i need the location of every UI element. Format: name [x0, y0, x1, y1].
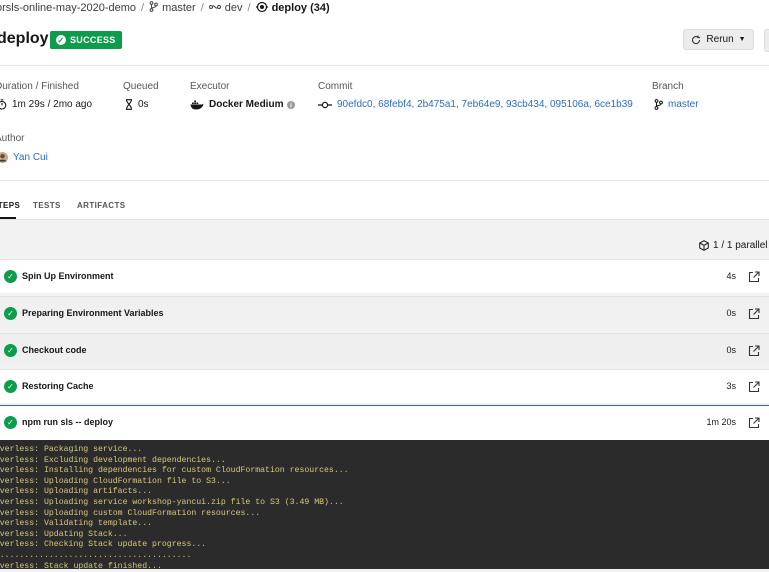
cube-icon [699, 240, 709, 251]
author-label: Author [0, 133, 25, 144]
external-link-icon[interactable] [748, 380, 760, 393]
parallel-label: 1 / 1 parallel [713, 240, 768, 251]
external-link-icon[interactable] [748, 270, 760, 283]
step-duration: 0s [726, 308, 736, 318]
step-name: Spin Up Environment [22, 271, 114, 281]
executor-value: Docker Medium [209, 99, 284, 110]
branch-link[interactable]: master [668, 99, 699, 110]
check-icon: ✓ [56, 35, 66, 45]
check-circle-icon: ✓ [4, 416, 17, 429]
console-line: Serverless: Stack update finished... [0, 561, 162, 571]
console-line: ........................................… [0, 550, 192, 560]
page-title: deploy [0, 30, 49, 47]
breadcrumb: orsls-online-may-2020-demo / master / de… [0, 1, 330, 15]
check-circle-icon: ✓ [4, 307, 17, 320]
job-icon [255, 1, 268, 16]
executor-value-row: Docker Medium [190, 99, 296, 110]
branch-icon [654, 99, 663, 110]
step-duration: 3s [726, 381, 736, 391]
step-row[interactable]: ✓ Spin Up Environment 4s [0, 259, 769, 293]
breadcrumb-job: deploy (34) [271, 2, 330, 14]
console-line: Serverless: Uploading custom CloudFormat… [0, 508, 261, 518]
commit-icon [318, 101, 332, 109]
external-link-icon[interactable] [748, 416, 760, 429]
tab-steps[interactable]: STEPS [0, 201, 20, 210]
executor-label: Executor [190, 81, 230, 92]
hourglass-icon [125, 99, 133, 110]
active-tab-indicator [0, 217, 16, 219]
queued-value: 0s [138, 99, 149, 110]
tab-artifacts[interactable]: ARTIFACTS [77, 201, 126, 210]
rerun-icon [691, 35, 701, 45]
docker-icon [190, 100, 204, 110]
step-name: Checkout code [22, 345, 87, 355]
rerun-label: Rerun [706, 34, 734, 45]
console-line: Serverless: Packaging service... [0, 445, 143, 454]
author-link[interactable]: Yan Cui [13, 152, 48, 163]
rerun-button[interactable]: Rerun ▼ [683, 29, 754, 50]
breadcrumb-project[interactable]: orsls-online-may-2020-demo [0, 2, 136, 14]
status-label: SUCCESS [70, 35, 116, 45]
duration-value: 1m 29s / 2mo ago [12, 99, 93, 110]
stopwatch-icon [0, 99, 7, 110]
console-line: Serverless: Checking Stack update progre… [0, 540, 207, 550]
step-duration: 0s [726, 345, 736, 355]
divider [0, 65, 769, 66]
avatar [0, 152, 8, 163]
console-line: Serverless: Uploading CloudFormation fil… [0, 476, 231, 486]
queued-label: Queued [123, 81, 159, 92]
step-row-expanded[interactable]: ✓ npm run sls -- deploy 1m 20s [0, 406, 769, 440]
step-row[interactable]: ✓ Preparing Environment Variables 0s [0, 296, 769, 330]
author-value-row: Yan Cui [0, 152, 48, 163]
job-tabs: STEPS TESTS ARTIFACTS [0, 181, 769, 220]
duration-value-row: 1m 29s / 2mo ago [0, 99, 92, 110]
breadcrumb-workflow[interactable]: dev [225, 2, 243, 14]
commit-links[interactable]: 90efdc0, 68febf4, 2b475a1, 7eb64e9, 93cb… [337, 99, 633, 110]
more-actions-button[interactable] [764, 29, 769, 52]
check-circle-icon: ✓ [4, 380, 17, 393]
console-line: Serverless: Installing dependencies for … [0, 466, 349, 476]
external-link-icon[interactable] [748, 344, 760, 357]
branch-icon [149, 1, 158, 15]
breadcrumb-branch[interactable]: master [162, 2, 196, 14]
step-row[interactable]: ✓ Restoring Cache 3s [0, 369, 769, 403]
external-link-icon[interactable] [748, 307, 760, 320]
console-line: Serverless: Validating template... [0, 519, 153, 529]
step-name: npm run sls -- deploy [22, 417, 114, 427]
console-line: Serverless: Uploading artifacts... [0, 487, 153, 497]
chevron-down-icon: ▼ [738, 36, 746, 43]
parallel-indicator[interactable]: 1 / 1 parallel [699, 240, 767, 251]
step-name: Preparing Environment Variables [22, 308, 164, 318]
check-circle-icon: ✓ [4, 344, 17, 357]
step-duration: 1m 20s [706, 417, 736, 427]
step-name: Restoring Cache [22, 381, 94, 391]
check-circle-icon: ✓ [4, 270, 17, 283]
duration-label: Duration / Finished [0, 81, 79, 92]
status-badge: ✓ SUCCESS [50, 31, 122, 49]
commit-value-row: 90efdc0, 68febf4, 2b475a1, 7eb64e9, 93cb… [318, 99, 633, 110]
queued-value-row: 0s [125, 99, 149, 110]
breadcrumb-separator: / [141, 2, 145, 14]
step-output-console[interactable]: Serverless: Packaging service... Serverl… [0, 440, 769, 571]
job-header: orsls-online-may-2020-demo / master / de… [0, 0, 769, 180]
branch-label: Branch [652, 81, 684, 92]
step-row[interactable]: ✓ Checkout code 0s [0, 333, 769, 367]
console-line: Serverless: Updating Stack... [0, 529, 128, 539]
commit-label: Commit [318, 81, 353, 92]
branch-value-row: master [654, 99, 699, 110]
tab-tests[interactable]: TESTS [33, 201, 61, 210]
step-duration: 4s [726, 271, 736, 281]
console-line: Serverless: Excluding development depend… [0, 455, 226, 465]
console-line: Serverless: Uploading service workshop-y… [0, 497, 344, 507]
breadcrumb-separator: / [247, 2, 251, 14]
workflow-icon [208, 2, 221, 15]
info-icon[interactable] [287, 100, 296, 109]
breadcrumb-separator: / [200, 2, 204, 14]
